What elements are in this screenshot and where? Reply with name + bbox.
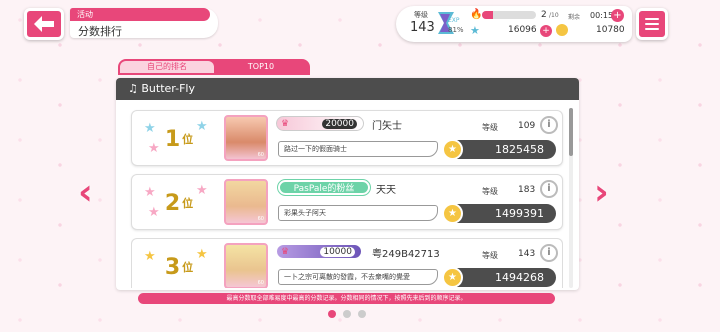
- score-star-icon: ★: [442, 203, 463, 224]
- exp-percent: 81%: [448, 26, 464, 34]
- stamina-max: /10: [549, 12, 559, 19]
- star-gem-count: 16096: [508, 25, 537, 35]
- info-button[interactable]: i: [540, 180, 558, 198]
- player-name: 粤249B42713: [372, 249, 440, 260]
- tab-top10[interactable]: TOP10: [214, 61, 308, 73]
- page-dot[interactable]: [358, 310, 366, 318]
- back-button[interactable]: [24, 8, 64, 40]
- player-comment: 一卜之宗可离散的發霞，不去衆嘴的覺愛: [278, 269, 438, 285]
- exp-label: EXP: [448, 17, 460, 24]
- next-page-arrow-icon[interactable]: ›: [594, 172, 609, 213]
- player-comment: 彩果头子阿天: [278, 205, 438, 221]
- scrollbar-thumb[interactable]: [569, 108, 573, 156]
- stamina-bar: [482, 11, 536, 19]
- stamina-timer: 00:15: [590, 11, 614, 20]
- add-stamina-button[interactable]: +: [611, 9, 624, 22]
- menu-button[interactable]: [636, 8, 668, 40]
- title-badge: ♛ 20000: [276, 116, 364, 131]
- crown-icon: ♛: [281, 119, 290, 129]
- music-note-icon: ♫: [128, 82, 138, 95]
- rank-badge: 1位: [164, 126, 194, 152]
- player-level: 183: [518, 185, 536, 195]
- score-display: ★ 1825458: [442, 139, 556, 160]
- page-category: 活动: [70, 8, 210, 21]
- rank-badge: 2位: [164, 190, 194, 216]
- title-badge: ♛ 10000: [276, 244, 362, 259]
- level-label: 等级: [482, 123, 498, 132]
- tab-my-rank[interactable]: 自己的排名: [120, 61, 214, 73]
- info-button[interactable]: i: [540, 116, 558, 134]
- title-badge: PasPale的粉丝: [278, 180, 370, 195]
- page-dot-active[interactable]: [328, 310, 336, 318]
- row-clip: ★ ★ 3位 60 ♛ 10000 粤249B42713 等级 143 i 一卜之…: [131, 238, 563, 288]
- song-title: Butter-Fly: [141, 82, 195, 95]
- page-dot[interactable]: [343, 310, 351, 318]
- player-comment: 路过一下的假面骑士: [278, 141, 438, 157]
- player-name: 天天: [376, 185, 396, 196]
- menu-icon: [645, 18, 659, 20]
- coin-icon: [556, 24, 568, 36]
- star-gem-icon: ★: [470, 24, 480, 37]
- prev-page-arrow-icon[interactable]: ‹: [78, 172, 93, 213]
- ranking-row[interactable]: ★ ★ 3位 60 ♛ 10000 粤249B42713 等级 143 i 一卜之…: [131, 238, 563, 288]
- player-level: 109: [518, 121, 536, 131]
- level-label: 等级: [414, 11, 428, 19]
- add-stars-button[interactable]: +: [540, 25, 552, 37]
- stamina-value: 2: [541, 10, 547, 20]
- rank-badge: 3位: [164, 254, 194, 280]
- back-arrow-icon: [34, 16, 54, 32]
- player-level: 143: [410, 20, 435, 35]
- avatar[interactable]: 60: [224, 179, 268, 225]
- level-label: 等级: [482, 187, 498, 196]
- ranking-row[interactable]: ★ ★ ★ 1位 60 ♛ 20000 门矢士 等级 109 i 路过一下的假面骑…: [131, 110, 563, 166]
- level-label: 等级: [482, 251, 498, 260]
- info-button[interactable]: i: [540, 244, 558, 262]
- ranking-note: 最高分数取全部难易度中最高的分数记录。分数相同的情况下，按照先来后到的顺序记录。: [138, 293, 555, 304]
- ranking-row[interactable]: ★ ★ ★ 2位 60 PasPale的粉丝 天天 等级 183 i 彩果头子阿…: [131, 174, 563, 230]
- crown-icon: ♛: [281, 247, 290, 257]
- stamina-flame-icon: 🔥: [470, 9, 483, 20]
- score-star-icon: ★: [442, 267, 463, 288]
- score-star-icon: ★: [442, 139, 463, 160]
- remaining-label: 剩余: [568, 14, 581, 21]
- song-title-bar: ♫ Butter-Fly: [116, 78, 579, 100]
- player-level: 143: [518, 249, 536, 259]
- avatar[interactable]: 60: [224, 115, 268, 161]
- page-title: 分数排行: [78, 25, 122, 38]
- coin-count: 10780: [596, 25, 625, 35]
- ranking-tabs: 自己的排名 TOP10: [118, 59, 310, 75]
- score-display: ★ 1494268: [442, 267, 556, 288]
- score-display: ★ 1499391: [442, 203, 556, 224]
- player-name: 门矢士: [372, 121, 402, 132]
- avatar[interactable]: 60: [224, 243, 268, 288]
